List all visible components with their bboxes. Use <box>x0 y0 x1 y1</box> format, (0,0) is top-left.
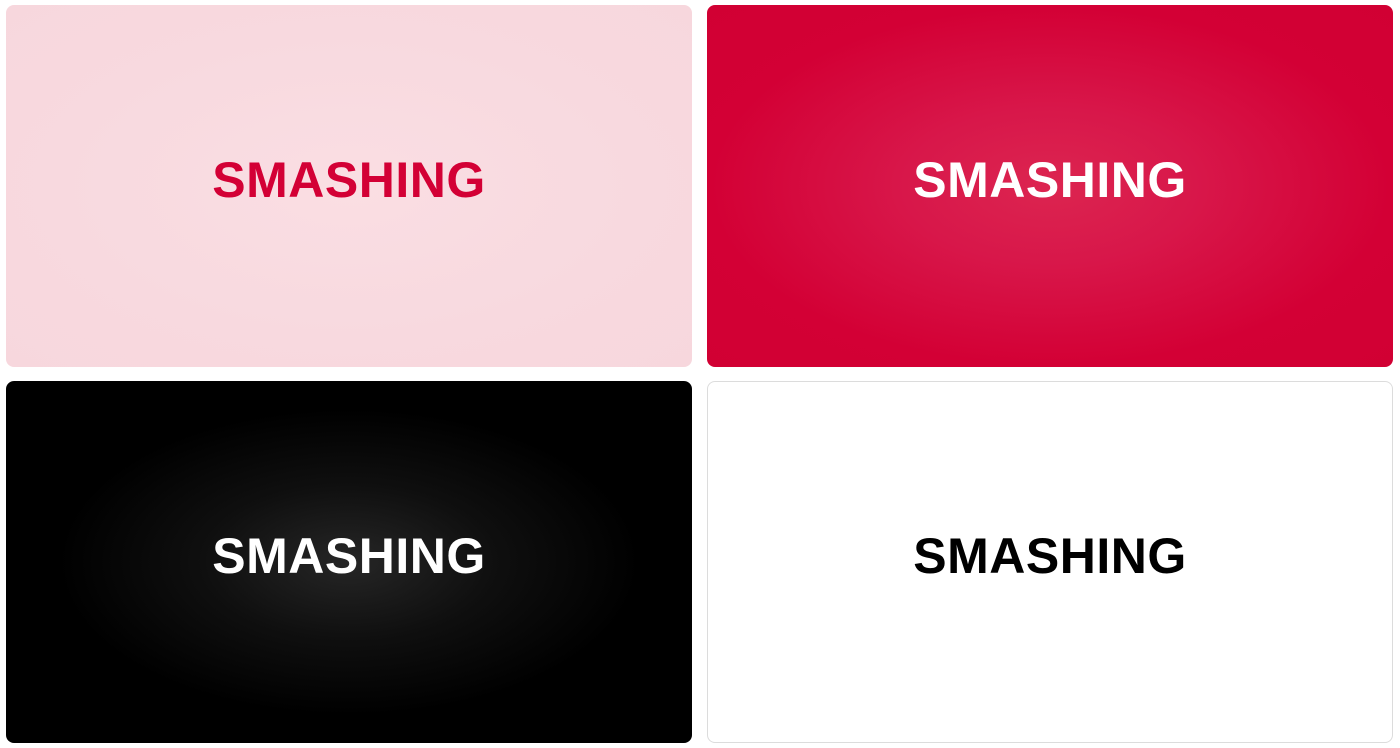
smashing-wordmark: SMASHING <box>913 152 1187 208</box>
card-black: SMASHING <box>6 381 692 743</box>
card-pink: SMASHING <box>6 5 692 367</box>
card-white: SMASHING <box>707 381 1393 743</box>
logo-variants-grid: SMASHING SMASHING SMASHING SMASHING <box>0 0 1400 748</box>
smashing-wordmark: SMASHING <box>913 528 1187 584</box>
card-red: SMASHING <box>707 5 1393 367</box>
smashing-wordmark: SMASHING <box>212 152 486 208</box>
smashing-wordmark: SMASHING <box>212 528 486 584</box>
